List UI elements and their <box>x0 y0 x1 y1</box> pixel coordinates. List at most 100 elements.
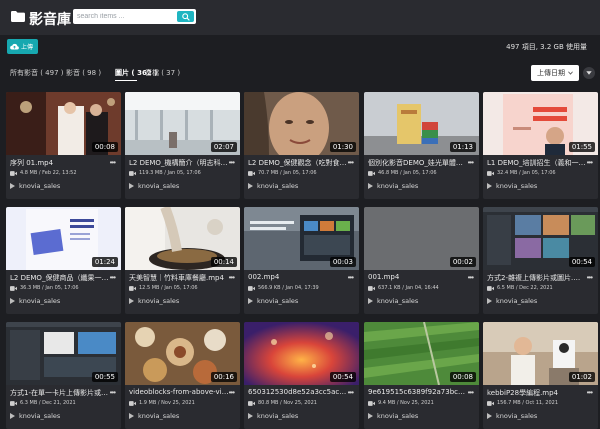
media-title: 9e619515c6389f92a73bc9f6d8... <box>368 388 468 396</box>
video-thumbnail[interactable]: 00:14 <box>125 207 240 270</box>
media-card[interactable]: 01:24 L2 DEMO_保健商品（纖果一基... ••• 36.3 MB /… <box>6 207 121 314</box>
video-camera-icon <box>368 285 375 291</box>
duration-badge: 00:14 <box>210 257 237 267</box>
media-meta: 36.3 MB / Jan 05, 17:06 <box>10 285 79 291</box>
media-card[interactable]: 00:02 001.mp4 ••• 637.1 KB / Jan 04, 16:… <box>364 207 479 314</box>
more-options-icon[interactable]: ••• <box>110 273 116 282</box>
media-size-date: 119.3 MB / Jan 05, 17:06 <box>139 170 201 176</box>
video-thumbnail[interactable]: 00:54 <box>244 322 359 385</box>
video-camera-icon <box>248 400 255 406</box>
video-thumbnail[interactable]: 02:07 <box>125 92 240 155</box>
media-size-date: 46.8 MB / Jan 05, 17:06 <box>378 170 437 176</box>
media-card[interactable]: 00:14 天美智慧｜竹料車庫餐廳.mp4 ••• 12.5 MB / Jan … <box>125 207 240 314</box>
media-meta: 156.7 MB / Oct 11, 2021 <box>487 400 558 406</box>
more-options-icon[interactable]: ••• <box>348 388 354 397</box>
media-title: 方式2-雜複上傳影片或圖片.mp4 <box>487 274 587 282</box>
media-meta: 4.8 MB / Feb 22, 13:52 <box>10 170 77 176</box>
media-owner: knovia_sales <box>248 182 298 190</box>
video-camera-icon <box>248 285 255 291</box>
video-camera-icon <box>368 400 375 406</box>
media-card[interactable]: 01:30 L2 DEMO_保健觀念（吃對食物... ••• 70.7 MB /… <box>244 92 359 199</box>
media-card[interactable]: 01:55 L1 DEMO_培訓招生（義和一招... ••• 32.4 MB /… <box>483 92 598 199</box>
media-card[interactable]: 00:54 650312530d8e52a3cc5acbbd... ••• 80… <box>244 322 359 429</box>
media-owner: knovia_sales <box>368 182 418 190</box>
media-owner: knovia_sales <box>248 412 298 420</box>
media-meta: 46.8 MB / Jan 05, 17:06 <box>368 170 437 176</box>
more-options-icon[interactable]: ••• <box>587 158 593 167</box>
more-options-icon[interactable]: ••• <box>229 273 235 282</box>
media-card[interactable]: 00:03 002.mp4 ••• 566.9 KB / Jan 04, 17:… <box>244 207 359 314</box>
duration-badge: 00:54 <box>329 372 356 382</box>
video-thumbnail[interactable]: 01:13 <box>364 92 479 155</box>
media-meta: 70.7 MB / Jan 05, 17:06 <box>248 170 317 176</box>
video-thumbnail[interactable]: 00:03 <box>244 207 359 270</box>
duration-badge: 01:13 <box>449 142 476 152</box>
video-thumbnail[interactable]: 00:16 <box>125 322 240 385</box>
more-options-icon[interactable]: ••• <box>110 158 116 167</box>
video-camera-icon <box>129 285 136 291</box>
duration-badge: 00:02 <box>449 257 476 267</box>
media-owner: knovia_sales <box>368 412 418 420</box>
video-camera-icon <box>248 170 255 176</box>
more-options-icon[interactable]: ••• <box>229 158 235 167</box>
media-meta: 12.5 MB / Jan 05, 17:06 <box>129 285 198 291</box>
media-size-date: 6.3 MB / Dec 21, 2021 <box>20 400 76 406</box>
play-icon <box>368 298 373 304</box>
video-thumbnail[interactable]: 01:30 <box>244 92 359 155</box>
duration-badge: 01:30 <box>329 142 356 152</box>
media-card[interactable]: 00:54 方式2-雜複上傳影片或圖片.mp4 ••• 6.5 MB / Dec… <box>483 207 598 314</box>
video-thumbnail[interactable]: 01:24 <box>6 207 121 270</box>
media-card[interactable]: 00:55 方式1-在單一卡片上傳影片或圖... ••• 6.3 MB / De… <box>6 322 121 429</box>
play-icon <box>10 413 15 419</box>
video-thumbnail[interactable]: 01:55 <box>483 92 598 155</box>
more-options-icon[interactable]: ••• <box>110 388 116 397</box>
more-options-icon[interactable]: ••• <box>587 388 593 397</box>
media-card[interactable]: 01:13 個別化影音DEMO_娃光單體喇... ••• 46.8 MB / J… <box>364 92 479 199</box>
video-thumbnail[interactable]: 00:02 <box>364 207 479 270</box>
video-thumbnail[interactable]: 00:08 <box>6 92 121 155</box>
media-owner: knovia_sales <box>129 297 179 305</box>
more-options-icon[interactable]: ••• <box>468 158 474 167</box>
video-thumbnail[interactable]: 00:54 <box>483 207 598 270</box>
media-meta: 637.1 KB / Jan 04, 16:44 <box>368 285 439 291</box>
video-camera-icon <box>129 170 136 176</box>
media-owner: knovia_sales <box>248 297 298 305</box>
media-owner: knovia_sales <box>129 412 179 420</box>
media-title: kebbiP28學編程.mp4 <box>487 389 559 397</box>
media-meta: 6.3 MB / Dec 21, 2021 <box>10 400 76 406</box>
media-card[interactable]: 00:16 videoblocks-from-above-vie... ••• … <box>125 322 240 429</box>
media-title: 天美智慧｜竹料車庫餐廳.mp4 <box>129 274 224 282</box>
more-options-icon[interactable]: ••• <box>348 273 354 282</box>
owner-name: knovia_sales <box>496 182 538 190</box>
owner-name: knovia_sales <box>19 412 61 420</box>
owner-name: knovia_sales <box>377 297 419 305</box>
more-options-icon[interactable]: ••• <box>348 158 354 167</box>
owner-name: knovia_sales <box>138 182 180 190</box>
duration-badge: 00:55 <box>91 372 118 382</box>
owner-name: knovia_sales <box>257 412 299 420</box>
play-icon <box>368 183 373 189</box>
media-size-date: 566.9 KB / Jan 04, 17:39 <box>258 285 319 291</box>
more-options-icon[interactable]: ••• <box>229 388 235 397</box>
media-size-date: 12.5 MB / Jan 05, 17:06 <box>139 285 198 291</box>
duration-badge: 02:07 <box>210 142 237 152</box>
video-thumbnail[interactable]: 00:08 <box>364 322 479 385</box>
play-icon <box>129 298 134 304</box>
video-thumbnail[interactable]: 00:55 <box>6 322 121 385</box>
more-options-icon[interactable]: ••• <box>468 388 474 397</box>
media-title: videoblocks-from-above-vie... <box>129 388 229 396</box>
media-meta: 32.4 MB / Jan 05, 17:06 <box>487 170 556 176</box>
media-owner: knovia_sales <box>487 182 537 190</box>
video-thumbnail[interactable]: 01:02 <box>483 322 598 385</box>
media-card[interactable]: 01:02 kebbiP28學編程.mp4 ••• 156.7 MB / Oct… <box>483 322 598 429</box>
media-card[interactable]: 00:08 序列 01.mp4 ••• 4.8 MB / Feb 22, 13:… <box>6 92 121 199</box>
media-owner: knovia_sales <box>10 182 60 190</box>
play-icon <box>129 183 134 189</box>
media-owner: knovia_sales <box>487 297 537 305</box>
media-card[interactable]: 02:07 L2 DEMO_機構簡介（明志科大... ••• 119.3 MB … <box>125 92 240 199</box>
video-camera-icon <box>368 170 375 176</box>
more-options-icon[interactable]: ••• <box>468 273 474 282</box>
duration-badge: 01:02 <box>568 372 595 382</box>
media-card[interactable]: 00:08 9e619515c6389f92a73bc9f6d8... ••• … <box>364 322 479 429</box>
more-options-icon[interactable]: ••• <box>587 273 593 282</box>
